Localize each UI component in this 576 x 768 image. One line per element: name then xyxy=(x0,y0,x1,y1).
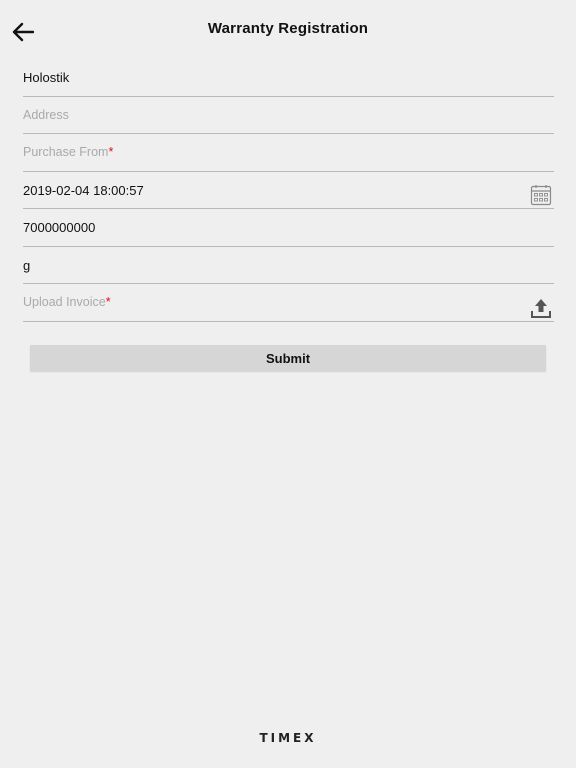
upload-invoice-field[interactable]: Upload Invoice* xyxy=(23,284,554,322)
name-value: Holostik xyxy=(23,70,70,85)
upload-invoice-label: Upload Invoice* xyxy=(23,295,111,309)
required-mark: * xyxy=(105,295,111,309)
warranty-form: Holostik Address Purchase From* 2019-02-… xyxy=(23,59,554,322)
upload-icon[interactable] xyxy=(530,297,552,319)
brand-logo: TIMEX xyxy=(259,731,317,745)
purchase-from-field[interactable]: Purchase From* xyxy=(23,134,554,172)
upload-invoice-placeholder: Upload Invoice xyxy=(23,295,106,309)
page-title: Warranty Registration xyxy=(207,20,369,37)
purchase-from-placeholder: Purchase From xyxy=(23,145,109,159)
extra-field[interactable]: g xyxy=(23,247,554,284)
purchase-date-value: 2019-02-04 18:00:57 xyxy=(23,182,144,198)
extra-value: g xyxy=(23,257,31,273)
submit-button[interactable]: Submit xyxy=(30,345,546,371)
app-header: Warranty Registration xyxy=(0,0,576,60)
purchase-from-label: Purchase From* xyxy=(23,145,113,159)
purchase-date-field[interactable]: 2019-02-04 18:00:57 xyxy=(23,172,554,209)
required-mark: * xyxy=(108,145,114,159)
phone-value: 7000000000 xyxy=(23,220,96,235)
address-placeholder: Address xyxy=(23,107,69,122)
calendar-icon[interactable] xyxy=(530,184,552,206)
phone-field[interactable]: 7000000000 xyxy=(23,209,554,247)
name-field[interactable]: Holostik xyxy=(23,59,554,97)
address-field[interactable]: Address xyxy=(23,97,554,134)
